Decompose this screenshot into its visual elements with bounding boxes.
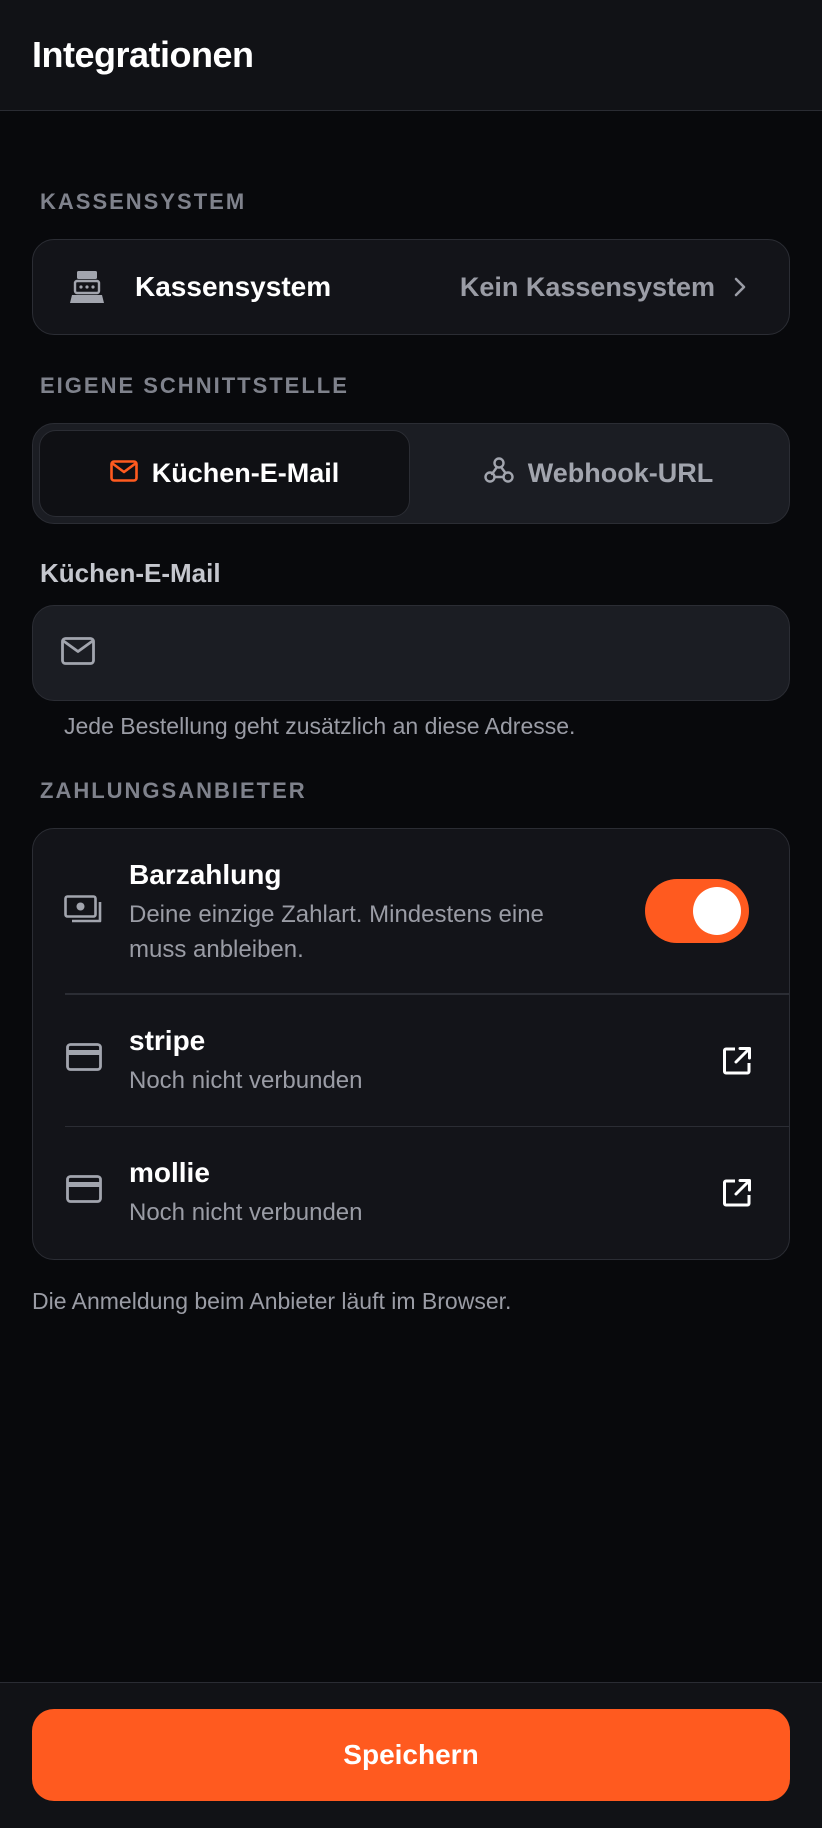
tab-webhook-url[interactable]: Webhook-URL: [414, 430, 783, 517]
payment-providers-card: Barzahlung Deine einzige Zahlart. Mindes…: [32, 828, 790, 1260]
interface-segmented-control: Küchen-E-Mail Webhook-URL: [32, 423, 790, 524]
kitchen-email-helper-text: Jede Bestellung geht zusätzlich an diese…: [64, 713, 576, 739]
page-title: Integrationen: [32, 34, 254, 75]
payment-mollie-status: Noch nicht verbunden: [129, 1199, 363, 1226]
credit-card-icon: [66, 1175, 102, 1208]
payment-row-mollie[interactable]: mollie Noch nicht verbunden: [33, 1127, 789, 1259]
section-label-payment: ZAHLUNGSANBIETER: [40, 778, 307, 803]
cash-register-icon: [67, 267, 107, 307]
cash-enabled-toggle[interactable]: [645, 879, 749, 943]
toggle-knob: [693, 887, 741, 935]
kitchen-email-field[interactable]: [32, 605, 790, 701]
chevron-right-icon: [733, 276, 755, 298]
kitchen-email-field-label: Küchen-E-Mail: [40, 558, 221, 588]
payment-mollie-title: mollie: [129, 1157, 210, 1188]
kitchen-email-input[interactable]: [117, 623, 761, 683]
tab-kitchen-email-label: Küchen-E-Mail: [151, 458, 340, 488]
payment-stripe-title: stripe: [129, 1024, 206, 1056]
section-label-interface: EIGENE SCHNITTSTELLE: [40, 373, 349, 398]
payment-footnote: Die Anmeldung beim Anbieter läuft im Bro…: [32, 1288, 512, 1314]
pos-row-value: Kein Kassensystem: [459, 271, 715, 302]
main-content: KASSENSYSTEM Kassensystem Kein Kassensys…: [0, 189, 822, 1315]
payment-cash-subtitle: Deine einzige Zahlart. Mindestens eine m…: [129, 901, 544, 963]
mail-icon: [61, 636, 95, 670]
webhook-icon: [484, 456, 514, 491]
tab-webhook-url-label: Webhook-URL: [527, 458, 714, 488]
external-link-icon[interactable]: [715, 1171, 759, 1215]
payment-cash-title: Barzahlung: [129, 859, 282, 890]
payment-row-cash: Barzahlung Deine einzige Zahlart. Mindes…: [33, 829, 789, 993]
cash-icon: [64, 895, 104, 932]
save-button[interactable]: Speichern: [32, 1709, 790, 1801]
integrations-screen: Integrationen KASSENSYSTEM Kassensystem …: [0, 0, 822, 1828]
payment-stripe-status: Noch nicht verbunden: [129, 1066, 363, 1094]
payment-row-stripe[interactable]: stripe Noch nicht verbunden: [33, 995, 789, 1126]
mail-icon: [109, 458, 138, 489]
bottom-action-bar: Speichern: [0, 1682, 822, 1828]
tab-kitchen-email[interactable]: Küchen-E-Mail: [39, 430, 410, 517]
external-link-icon[interactable]: [715, 1039, 759, 1083]
section-label-pos: KASSENSYSTEM: [40, 189, 247, 214]
pos-row-title: Kassensystem: [135, 271, 332, 302]
app-header: Integrationen: [0, 0, 822, 111]
credit-card-icon: [66, 1042, 102, 1076]
pos-system-row[interactable]: Kassensystem Kein Kassensystem: [32, 239, 790, 335]
